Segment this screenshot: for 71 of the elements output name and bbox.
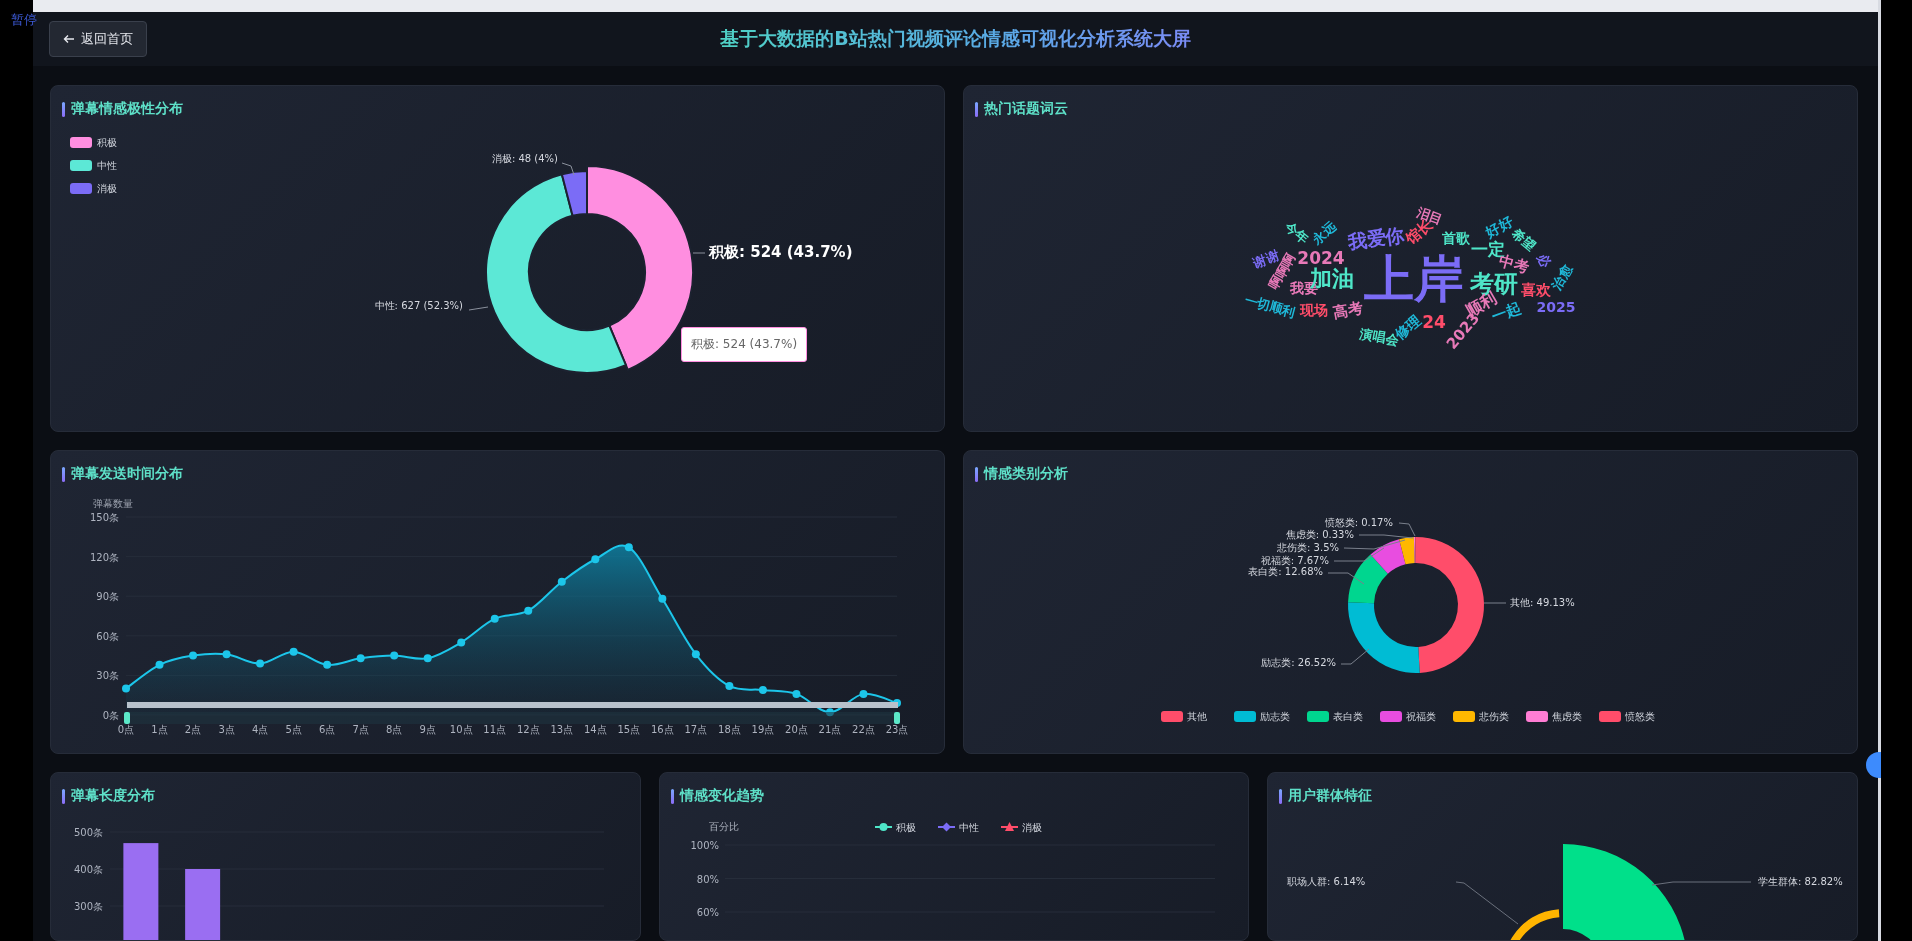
slice-label: 表白类: 12.68% [1248,566,1323,577]
slice-label: 焦虑类: 0.33% [1285,529,1354,540]
dashboard-title: 基于大数据的B站热门视频评论情感可视化分析系统大屏 [720,26,1191,52]
cloud-word: 2024 [1297,248,1345,268]
cloud-word: 首歌 [1442,230,1470,246]
slice-label: 悲伤类: 3.5% [1277,542,1339,553]
axis-tick-label: 0点 [117,724,135,735]
cloud-word: 高考 [1331,298,1365,322]
axis-tick-label: 10点 [449,724,473,735]
cloud-word: 今年 [1282,218,1312,248]
axis-tick-label: 80% [696,873,719,885]
panel-title: 用户群体特征 [1288,787,1373,805]
axis-tick-label: 5点 [285,724,302,735]
panel-title: 弹幕发送时间分布 [71,465,183,483]
axis-tick-label: 16点 [651,724,674,735]
panel-title: 弹幕情感极性分布 [71,100,183,118]
slice-label: 积极: 524 (43.7%) [709,243,853,261]
panel-title: 弹幕长度分布 [71,787,155,805]
axis-tick-label: 23点 [885,724,909,735]
cloud-word: 我爱你 [1346,223,1406,253]
axis-tick-label: 15点 [617,724,641,735]
axis-tick-label: 14点 [583,724,607,735]
slice-label: 其他: 49.13% [1510,597,1575,608]
slice-label: 职场人群: 6.14% [1287,876,1366,887]
axis-tick-label: 400条 [73,864,103,875]
axis-tick-label: 300条 [73,901,103,912]
axis-tick-label: 60条 [96,630,119,642]
panel-title: 情感类别分析 [984,465,1068,483]
cloud-word: 现场 [1300,302,1328,318]
axis-tick-label: 6点 [318,724,336,735]
axis-tick-label: 12点 [516,724,540,735]
slice-label: 消极: 48 (4%) [491,153,558,164]
axis-tick-label: 4点 [251,724,269,735]
pause-label: 暂停 [11,11,37,29]
cloud-word: 永远 [1309,218,1339,248]
axis-tick-label: 11点 [483,724,507,735]
cloud-word: 2025 [1536,299,1576,315]
axis-tick-label: 90条 [96,591,119,603]
slice-label: 祝福类: 7.67% [1260,555,1329,566]
slice-label: 学生群体: 82.82% [1758,876,1843,887]
axis-tick-label: 13点 [550,724,574,735]
axis-tick-label: 60% [696,907,719,918]
axis-tick-label: 30条 [96,670,119,682]
axis-tick-label: 19点 [751,724,775,735]
axis-tick-label: 3点 [218,724,235,735]
axis-tick-label: 18点 [718,724,741,735]
panel-title: 热门话题词云 [984,100,1068,118]
axis-tick-label: 21点 [818,724,842,735]
slice-label: 愤怒类: 0.17% [1324,517,1393,528]
axis-tick-label: 500条 [73,827,103,838]
axis-tick-label: 7点 [352,724,369,735]
axis-tick-label: 17点 [684,724,708,735]
axis-tick-label: 2点 [184,724,202,735]
cloud-word: 喜欢 [1521,281,1551,299]
axis-title: 弹幕数量 [93,498,133,509]
axis-title: 百分比 [708,821,739,832]
axis-tick-label: 9点 [419,724,436,735]
axis-tick-label: 120条 [89,551,119,563]
chart-tooltip: 积极: 524 (43.7%) [681,327,808,362]
slice-label: 励志类: 26.52% [1261,657,1336,668]
panel-title: 情感变化趋势 [679,787,764,805]
axis-tick-label: 100% [690,840,719,851]
slice-label: 中性: 627 (52.3%) [374,300,463,311]
axis-tick-label: 20点 [785,724,808,735]
cloud-word: 24 [1422,312,1446,332]
cloud-word: 上岸 [1364,250,1464,308]
axis-tick-label: 0条 [102,710,119,721]
axis-tick-label: 1点 [151,724,168,735]
axis-tick-label: 8点 [386,724,403,735]
axis-tick-label: 22点 [852,724,875,735]
axis-tick-label: 150条 [89,512,119,523]
